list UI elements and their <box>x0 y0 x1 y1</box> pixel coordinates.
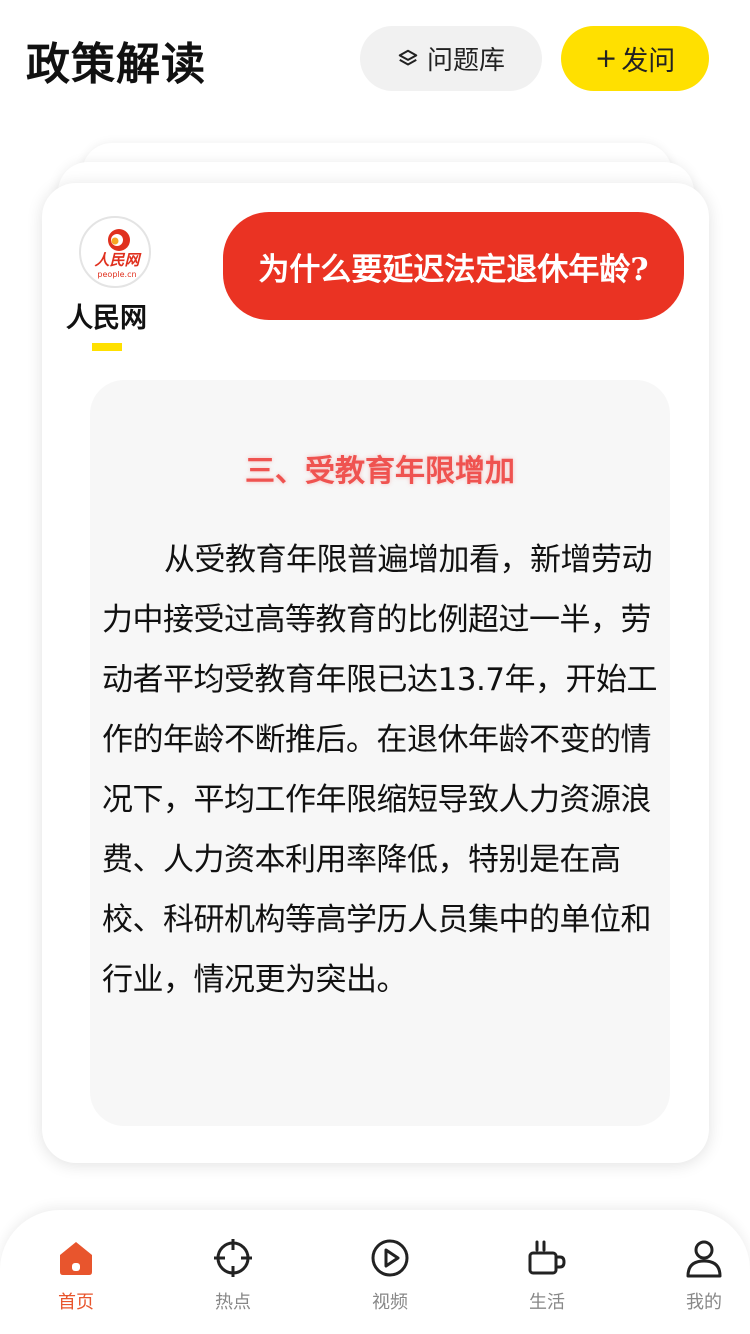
publisher-underline <box>92 343 122 351</box>
tab-me-label: 我的 <box>686 1292 722 1313</box>
publisher-name[interactable]: 人民网 <box>66 296 147 335</box>
ask-question-label: 发问 <box>621 46 676 77</box>
play-icon <box>371 1239 409 1277</box>
tab-hot-label: 热点 <box>215 1292 251 1313</box>
tab-life-label: 生活 <box>529 1292 565 1313</box>
tab-hot[interactable]: 热点 <box>188 1238 278 1314</box>
coffee-cup-icon <box>528 1240 566 1275</box>
question-bubble: 为什么要延迟法定退休年龄? <box>223 212 684 320</box>
tab-me[interactable]: 我的 <box>659 1238 749 1314</box>
layers-icon <box>398 49 418 66</box>
tab-video-label: 视频 <box>372 1292 408 1313</box>
tab-home-label: 首页 <box>58 1292 94 1313</box>
tab-video[interactable]: 视频 <box>345 1238 435 1314</box>
ask-question-button[interactable]: + 发问 <box>561 26 709 91</box>
crosshair-icon <box>214 1239 252 1277</box>
plus-icon: + <box>594 43 618 74</box>
policy-card[interactable]: 人民网 people.cn 人民网 为什么要延迟法定退休年龄? 三、受教育年限增… <box>42 183 709 1163</box>
section-title: 三、受教育年限增加 <box>245 454 515 489</box>
people-daily-logo-icon: 人民网 people.cn <box>94 229 142 279</box>
page-title: 政策解读 <box>26 39 206 90</box>
question-text: 为什么要延迟法定退休年龄? <box>258 251 649 288</box>
answer-body: 从受教育年限普遍增加看，新增劳动力中接受过高等教育的比例超过一半，劳动者平均受教… <box>102 542 658 998</box>
tab-home[interactable]: 首页 <box>31 1238 121 1314</box>
bottom-tab-bar: 首页 热点 视频 生活 我的 <box>0 1210 750 1334</box>
publisher-logo[interactable]: 人民网 people.cn <box>79 216 151 288</box>
tab-life[interactable]: 生活 <box>502 1238 592 1314</box>
question-library-button[interactable]: 问题库 <box>360 26 542 91</box>
answer-panel: 三、受教育年限增加 从受教育年限普遍增加看，新增劳动力中接受过高等教育的比例超过… <box>90 380 670 1126</box>
home-icon <box>60 1242 92 1275</box>
question-library-label: 问题库 <box>426 46 505 76</box>
svg-text:人民网: 人民网 <box>94 251 142 269</box>
svg-text:people.cn: people.cn <box>97 270 136 279</box>
user-icon <box>686 1240 722 1278</box>
top-header: 政策解读 问题库 + 发问 <box>0 0 750 120</box>
